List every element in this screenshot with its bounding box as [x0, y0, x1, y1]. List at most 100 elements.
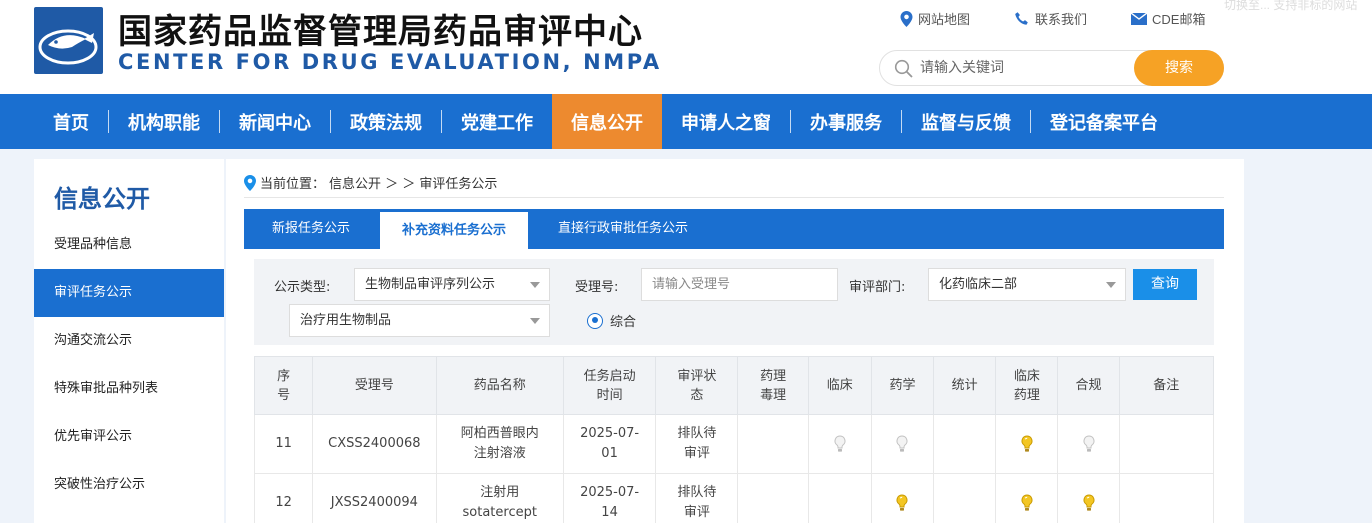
table-row[interactable]: 11 CXSS2400068 阿柏西普眼内 注射溶液 2025-07- 01 排队待 审评: [253, 414, 1215, 474]
query-button[interactable]: 查询: [1133, 269, 1197, 300]
cell-drug-name-line: 注射用: [480, 485, 520, 500]
cell-start-date: 2025-07- 14: [562, 473, 657, 523]
column-header: 备注: [1118, 356, 1215, 415]
column-header-line: 药理: [1013, 387, 1040, 403]
column-header-line: 任务启动: [583, 368, 636, 384]
cell-drug-name-line: 阿柏西普眼内: [460, 426, 539, 441]
column-header: 任务启动 时间: [562, 356, 657, 415]
cell-drug-name: 阿柏西普眼内 注射溶液: [435, 414, 564, 474]
column-header: 药理 毒理: [737, 356, 809, 415]
subtype-select[interactable]: 治疗用生物制品: [289, 304, 550, 337]
column-header-line: 统计: [951, 378, 978, 393]
cell-remark: [1118, 414, 1215, 474]
cell-pharm: [870, 473, 935, 523]
column-header: 药学: [870, 356, 935, 415]
top-links: 网站地图 联系我们 CDE邮箱: [900, 9, 1249, 28]
tab-1[interactable]: 补充资料任务公示: [380, 212, 529, 249]
cell-status-line: 审评: [683, 505, 710, 520]
cell-drug-name: 注射用 sotatercept: [435, 473, 564, 523]
breadcrumb-path[interactable]: 信息公开 ＞ ＞ 审评任务公示: [329, 173, 497, 192]
cell-start-date-line: 14: [601, 505, 618, 520]
search-bar: 搜索: [879, 50, 1224, 86]
column-header-line: 毒理: [760, 387, 787, 403]
cell-status: 排队待 审评: [655, 414, 739, 474]
tab-0[interactable]: 新报任务公示: [250, 209, 372, 249]
nav-item-4[interactable]: 党建工作: [442, 94, 552, 149]
search-input[interactable]: [920, 55, 1130, 81]
accept-no-input[interactable]: [641, 268, 838, 301]
lightbulb-on-icon: [1021, 434, 1033, 452]
table-row[interactable]: 12 JXSS2400094 注射用 sotatercept 2025-07- 14 排队待…: [253, 473, 1215, 523]
sidebar-item-0[interactable]: 受理品种信息: [34, 221, 224, 269]
search-icon: [894, 59, 913, 78]
cde-mail-link[interactable]: CDE邮箱: [1131, 9, 1205, 28]
nav-item-1[interactable]: 机构职能: [109, 94, 219, 149]
task-tabs: 新报任务公示 补充资料任务公示 直接行政审批任务公示: [244, 209, 1224, 249]
chevron-down-icon: [530, 318, 540, 324]
column-header-line: 序: [277, 368, 291, 384]
sidebar-item-2[interactable]: 沟通交流公示: [34, 317, 224, 365]
cell-compliance: [1057, 414, 1120, 474]
lightbulb-on-icon: [1083, 493, 1094, 511]
nav-item-2[interactable]: 新闻中心: [220, 94, 330, 149]
cell-accept-no: CXSS2400068: [312, 414, 437, 474]
site-subtitle: CENTER FOR DRUG EVALUATION, NMPA: [118, 50, 662, 74]
cell-drug-name-line: 注射溶液: [473, 446, 526, 461]
cell-drug-name-line: sotatercept: [462, 505, 537, 520]
site-map-link[interactable]: 网站地图: [900, 9, 970, 28]
cell-start-date: 2025-07- 01: [562, 414, 657, 474]
nav-item-5[interactable]: 信息公开: [552, 94, 662, 149]
cell-start-date-line: 01: [601, 446, 618, 461]
cell-pharmtox: [737, 473, 809, 523]
column-header-line: 时间: [596, 387, 623, 403]
type-select[interactable]: 生物制品审评序列公示: [354, 268, 550, 301]
column-header: 药品名称: [435, 356, 564, 415]
cell-pharmtox: [737, 414, 809, 474]
site-title: 国家药品监督管理局药品审评中心: [118, 12, 643, 52]
sidebar-item-4[interactable]: 优先审评公示: [34, 413, 224, 461]
dept-select[interactable]: 化药临床二部: [928, 268, 1126, 301]
phone-icon: [1015, 11, 1028, 25]
column-header: 序号: [253, 356, 314, 415]
lightbulb-on-icon: [1021, 493, 1033, 511]
sidebar-item-3[interactable]: 特殊审批品种列表: [34, 365, 224, 413]
radio-label: 综合: [610, 315, 637, 330]
column-header-line: 药学: [889, 378, 916, 393]
column-header-line: 态: [690, 387, 704, 403]
sidebar-item-5[interactable]: 突破性治疗公示: [34, 461, 224, 509]
site-header: 国家药品监督管理局药品审评中心 CENTER FOR DRUG EVALUATI…: [0, 0, 1372, 94]
chevron-down-icon: [530, 282, 540, 288]
column-header-line: 药品名称: [473, 378, 526, 393]
sidebar-title: 信息公开: [54, 185, 150, 213]
main-panel: 当前位置： 信息公开 ＞ ＞ 审评任务公示 新报任务公示 补充资料任务公示 直接行政…: [226, 159, 1244, 523]
column-header-line: 药理: [760, 368, 787, 384]
sidebar-item-1[interactable]: 审评任务公示: [34, 269, 224, 317]
column-header-line: 审评状: [677, 368, 717, 384]
contact-label: 联系我们: [1035, 12, 1088, 27]
cell-remark: [1118, 473, 1215, 523]
fish-logo-icon[interactable]: [34, 7, 103, 74]
nav-item-7[interactable]: 办事服务: [791, 94, 901, 149]
column-header-line: 合规: [1075, 378, 1102, 393]
comprehensive-radio[interactable]: 综合: [587, 311, 636, 330]
column-header-line: 受理号: [354, 378, 394, 393]
search-button[interactable]: 搜索: [1134, 50, 1224, 86]
chevron-down-icon: [1106, 282, 1116, 288]
nav-item-0[interactable]: 首页: [34, 94, 108, 149]
site-map-label: 网站地图: [918, 12, 971, 27]
accept-no-label: 受理号:: [575, 280, 619, 295]
nav-item-9[interactable]: 登记备案平台: [1031, 94, 1177, 149]
nav-item-3[interactable]: 政策法规: [331, 94, 441, 149]
nav-item-8[interactable]: 监督与反馈: [902, 94, 1030, 149]
ghost-banner-text: 切换至... 支持非标的网站: [1224, 0, 1358, 12]
task-table: 序号受理号 药品名称 任务启动 时间 审评状态药理 毒理 临床 药学 统计 临床 药理 合规 备注 11…: [253, 356, 1215, 523]
nav-item-6[interactable]: 申请人之窗: [662, 94, 790, 149]
column-header: 受理号: [312, 356, 437, 415]
cde-mail-label: CDE邮箱: [1152, 12, 1206, 27]
tab-2[interactable]: 直接行政审批任务公示: [536, 209, 710, 249]
cell-clinical: [807, 414, 872, 474]
table-header-row: 序号受理号 药品名称 任务启动 时间 审评状态药理 毒理 临床 药学 统计 临床 药理 合规 备注: [253, 356, 1215, 415]
cell-start-date-line: 2025-07-: [580, 426, 640, 441]
contact-link[interactable]: 联系我们: [1014, 9, 1087, 28]
cell-stats: [933, 414, 997, 474]
